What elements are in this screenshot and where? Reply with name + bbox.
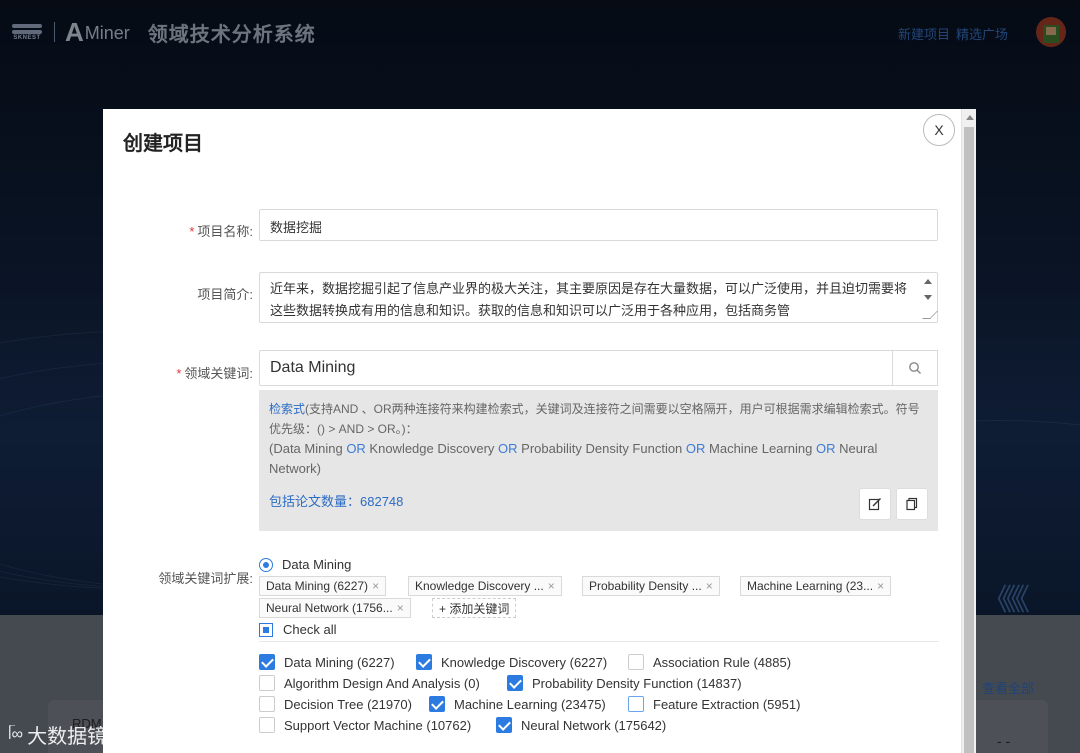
keyword-search-button[interactable] <box>892 350 938 386</box>
edit-icon <box>868 498 881 511</box>
keyword-tag[interactable]: Knowledge Discovery ... × <box>408 576 562 596</box>
scroll-thumb[interactable] <box>964 127 974 753</box>
resize-grip-icon <box>922 311 938 319</box>
checkbox-item[interactable]: Machine Learning (23475) <box>429 696 606 712</box>
project-intro-label: 项目简介: <box>197 287 253 302</box>
checkbox-checked-icon <box>496 717 512 733</box>
keyword-tag[interactable]: Neural Network (1756... × <box>259 598 411 618</box>
checkbox-item[interactable]: Association Rule (4885) <box>628 654 791 670</box>
keyword-tag[interactable]: Data Mining (6227) × <box>259 576 387 596</box>
project-name-label: * 项目名称: <box>189 224 253 239</box>
checkbox-checked-icon <box>507 675 523 691</box>
create-project-dialog: 创建项目 X * 项目名称: 数据挖掘 项目简介: 近年来，数据挖掘引起了信息产业… <box>103 109 961 753</box>
keyword-tag[interactable]: Machine Learning (23... × <box>740 576 892 596</box>
scroll-down-arrow-icon <box>924 295 932 300</box>
required-mark: * <box>189 224 195 239</box>
watermark-logo-icon: ᥬ∞ <box>8 725 24 743</box>
search-icon <box>909 362 921 374</box>
copy-icon <box>906 497 918 511</box>
project-intro-textarea[interactable]: 近年来，数据挖掘引起了信息产业界的极大关注，其主要原因是存在大量数据，可以广泛使… <box>259 272 938 323</box>
watermark: ᥬ∞ 大数据镜 <box>8 725 108 749</box>
checkbox-empty-icon <box>259 717 275 733</box>
scroll-up-arrow-icon[interactable] <box>966 115 974 120</box>
tag-close-icon[interactable]: × <box>706 579 713 593</box>
textarea-scrollbar[interactable] <box>920 273 938 322</box>
paper-count: 包括论文数量：682748 <box>269 494 404 509</box>
radio-selected-icon[interactable] <box>259 557 273 572</box>
dialog-title: 创建项目 <box>123 133 203 155</box>
dialog-scrollbar[interactable] <box>961 109 976 753</box>
tag-close-icon[interactable]: × <box>877 579 884 593</box>
add-keyword-button[interactable]: + 添加关键词 <box>432 598 517 618</box>
copy-query-button[interactable] <box>896 488 928 520</box>
keyword-expansion-label: 领域关键词扩展: <box>158 571 253 586</box>
checkbox-checked-icon <box>259 654 275 670</box>
checkbox-empty-icon <box>628 654 644 670</box>
tag-close-icon[interactable]: × <box>548 579 555 593</box>
divider <box>259 641 939 642</box>
tag-close-icon[interactable]: × <box>397 601 404 615</box>
checkbox-empty-icon <box>259 696 275 712</box>
query-expression-box: 检索式(支持AND 、OR两种连接符来构建检索式，关键词及连接符之间需要以空格隔… <box>259 390 938 531</box>
edit-query-button[interactable] <box>859 488 891 520</box>
domain-keyword-input[interactable]: Data Mining <box>259 350 938 386</box>
checkbox-item[interactable]: Knowledge Discovery (6227) <box>416 654 607 670</box>
keyword-radio[interactable]: Data Mining <box>259 557 351 572</box>
keyword-tag[interactable]: Probability Density ... × <box>582 576 720 596</box>
checkbox-item[interactable]: Data Mining (6227) <box>259 654 395 670</box>
query-link[interactable]: 检索式 <box>269 402 305 416</box>
tag-close-icon[interactable]: × <box>372 579 379 593</box>
close-button[interactable]: X <box>923 114 955 146</box>
check-all[interactable]: Check all <box>259 622 336 637</box>
checkbox-checked-icon <box>416 654 432 670</box>
project-name-input[interactable]: 数据挖掘 <box>259 209 938 241</box>
query-hint: 检索式(支持AND 、OR两种连接符来构建检索式，关键词及连接符之间需要以空格隔… <box>269 402 920 436</box>
checkbox-item[interactable]: Feature Extraction (5951) <box>628 696 800 712</box>
required-mark: * <box>176 366 182 381</box>
scroll-up-arrow-icon <box>924 279 932 284</box>
checkbox-empty-icon <box>259 675 275 691</box>
checkbox-item[interactable]: Neural Network (175642) <box>496 717 666 733</box>
checkbox-item[interactable]: Decision Tree (21970) <box>259 696 412 712</box>
checkbox-empty-icon <box>628 696 644 712</box>
query-expression: (Data Mining OR Knowledge Discovery OR P… <box>269 441 878 476</box>
domain-keyword-label: * 领域关键词: <box>176 366 253 381</box>
indeterminate-checkbox-icon[interactable] <box>259 622 273 637</box>
checkbox-item[interactable]: Algorithm Design And Analysis (0) <box>259 675 480 691</box>
checkbox-item[interactable]: Probability Density Function (14837) <box>507 675 742 691</box>
checkbox-checked-icon <box>429 696 445 712</box>
checkbox-item[interactable]: Support Vector Machine (10762) <box>259 717 471 733</box>
